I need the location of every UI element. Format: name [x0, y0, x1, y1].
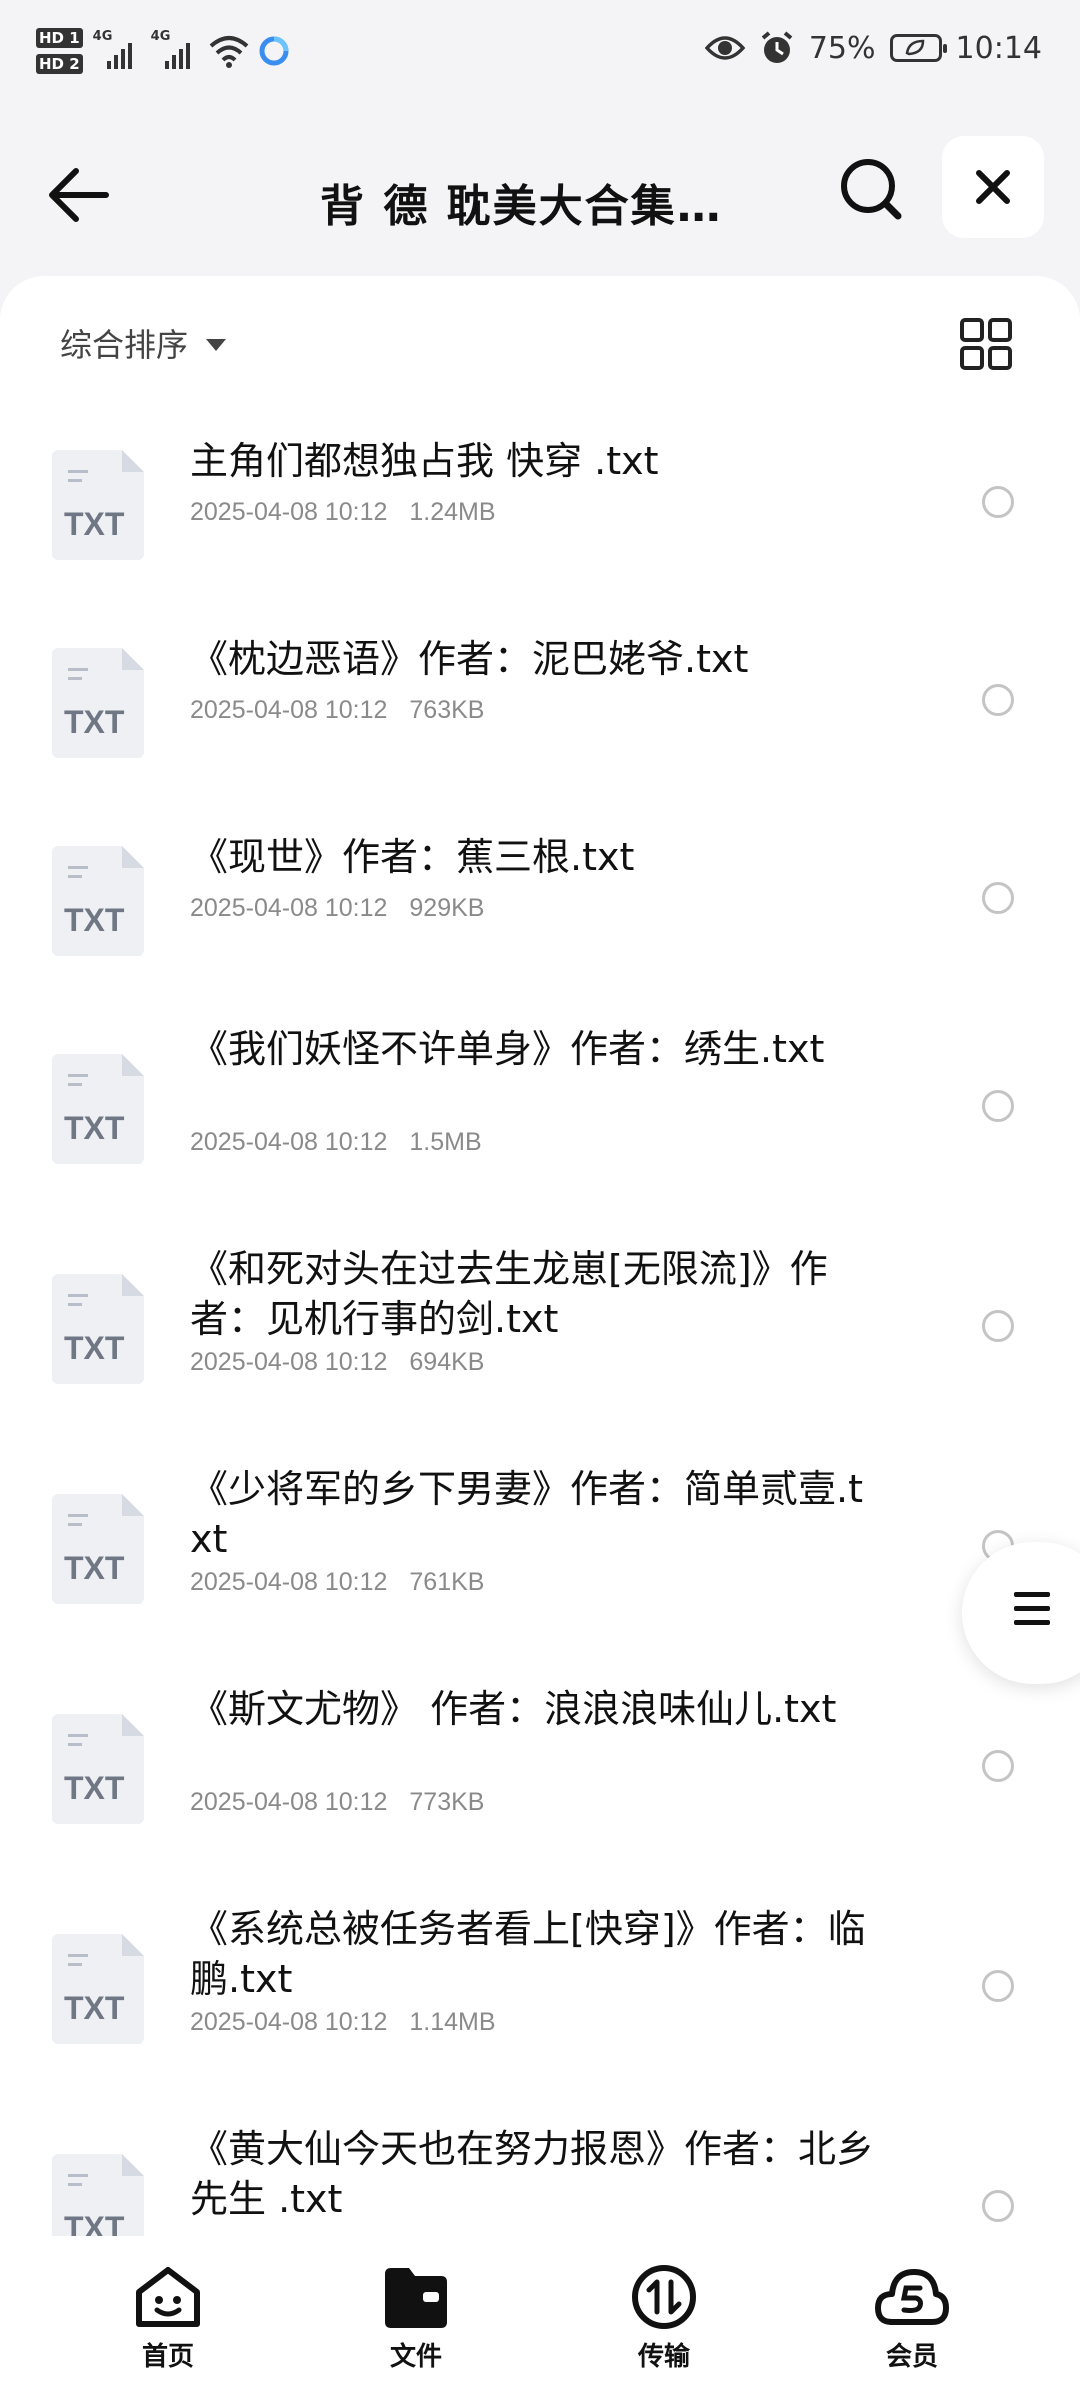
- file-name: 《现世》作者：蕉三根.txt: [190, 835, 635, 879]
- nav-files[interactable]: 文件: [336, 2264, 496, 2373]
- search-button[interactable]: [836, 154, 906, 224]
- close-button[interactable]: [942, 136, 1044, 238]
- file-date: 2025-04-08 10:12: [190, 498, 388, 526]
- file-name: 主角们都想独占我 快穿 .txt: [190, 439, 659, 483]
- status-right: 75% 10:14: [704, 30, 1042, 66]
- signal-2-icon: 4G: [151, 29, 199, 73]
- txt-file-icon: TXT: [52, 648, 144, 758]
- file-list-card: 综合排序 TXT 主角们都想独占我 快穿 .txt 2025-04-08 10:…: [0, 276, 1080, 2236]
- file-meta: 2025-04-08 10:12 1.14MB: [190, 2008, 496, 2037]
- file-size: 1.5MB: [409, 1128, 482, 1156]
- file-meta: 2025-04-08 10:12 761KB: [190, 1568, 484, 1597]
- battery-percent: 75%: [808, 30, 876, 66]
- hd2-badge: HD 2: [36, 54, 83, 74]
- file-size: 761KB: [409, 1568, 485, 1596]
- battery-icon: [889, 34, 947, 62]
- file-size: 929KB: [409, 894, 485, 922]
- file-size: 694KB: [409, 1348, 485, 1376]
- file-name: 《和死对头在过去生龙崽[无限流]》作者：见机行事的剑.txt: [190, 1247, 828, 1341]
- transfer-icon: [632, 2265, 696, 2329]
- search-icon: [841, 159, 902, 220]
- clock: 10:14: [955, 30, 1042, 66]
- signal-1-icon: 4G: [93, 29, 141, 73]
- folder-icon: [385, 2268, 447, 2328]
- browser-app-icon: [259, 36, 289, 66]
- file-name: 《枕边恶语》作者：泥巴姥爷.txt: [190, 637, 749, 681]
- alarm-icon: [761, 31, 793, 63]
- txt-file-icon: TXT: [52, 1274, 144, 1384]
- file-size: 773KB: [409, 1788, 485, 1816]
- file-date: 2025-04-08 10:12: [190, 1788, 388, 1816]
- file-meta: 2025-04-08 10:12 1.24MB: [190, 498, 496, 527]
- arrow-left-icon: [49, 168, 109, 222]
- sort-dropdown[interactable]: 综合排序: [60, 320, 227, 366]
- file-name: 《黄大仙今天也在努力报恩》作者：北乡先生 .txt: [190, 2127, 875, 2221]
- file-size: 1.14MB: [409, 2008, 496, 2036]
- select-radio[interactable]: [982, 1970, 1014, 2002]
- file-date: 2025-04-08 10:12: [190, 894, 388, 922]
- file-date: 2025-04-08 10:12: [190, 1568, 388, 1596]
- home-face-icon: [136, 2267, 200, 2327]
- file-date: 2025-04-08 10:12: [190, 1348, 388, 1376]
- header: 背 德 耽美大合集…: [0, 110, 1080, 260]
- file-date: 2025-04-08 10:12: [190, 696, 388, 724]
- file-date: 2025-04-08 10:12: [190, 1128, 388, 1156]
- close-icon: [976, 170, 1010, 204]
- page-title: 背 德 耽美大合集…: [320, 181, 723, 232]
- status-bar: HD 1 HD 2 4G 4G 75% 10:14: [0, 0, 1080, 110]
- back-button[interactable]: [40, 155, 120, 235]
- select-radio[interactable]: [982, 2190, 1014, 2222]
- bottom-nav: 首页 文件 传输 会员: [0, 2236, 1080, 2400]
- select-radio[interactable]: [982, 1750, 1014, 1782]
- grid-view-button[interactable]: [958, 316, 1014, 372]
- file-meta: 2025-04-08 10:12 694KB: [190, 1348, 484, 1377]
- hd1-badge: HD 1: [36, 28, 83, 48]
- chevron-down-icon: [206, 339, 227, 351]
- txt-file-icon: TXT: [52, 1934, 144, 2044]
- file-size: 763KB: [409, 696, 485, 724]
- select-radio[interactable]: [982, 1310, 1014, 1342]
- txt-file-icon: TXT: [52, 1714, 144, 1824]
- nav-home[interactable]: 首页: [88, 2264, 248, 2373]
- wifi-icon: [209, 36, 248, 68]
- select-radio[interactable]: [982, 882, 1014, 914]
- file-name: 《系统总被任务者看上[快穿]》作者：临鹏.txt: [190, 1907, 866, 2001]
- eye-icon: [704, 36, 745, 60]
- file-name: 《少将军的乡下男妻》作者：简单贰壹.txt: [190, 1467, 863, 1561]
- grid-view-icon: [960, 318, 1012, 370]
- vip-cloud-icon: [875, 2269, 949, 2325]
- select-radio[interactable]: [982, 684, 1014, 716]
- txt-file-icon: TXT: [52, 450, 144, 560]
- nav-label: 首页: [141, 2342, 194, 2372]
- sort-label: 综合排序: [60, 326, 189, 364]
- file-meta: 2025-04-08 10:12 929KB: [190, 894, 484, 923]
- nav-transfer[interactable]: 传输: [584, 2264, 744, 2373]
- file-size: 1.24MB: [409, 498, 496, 526]
- file-name: 《我们妖怪不许单身》作者：绣生.txt: [190, 1027, 825, 1071]
- txt-file-icon: TXT: [52, 2154, 144, 2236]
- nav-label: 文件: [389, 2342, 442, 2372]
- nav-label: 传输: [637, 2342, 690, 2372]
- txt-file-icon: TXT: [52, 1494, 144, 1604]
- nav-vip[interactable]: 会员: [832, 2264, 992, 2373]
- file-name: 《斯文尤物》 作者：浪浪浪味仙儿.txt: [190, 1687, 837, 1731]
- menu-icon: [1014, 1592, 1050, 1634]
- txt-file-icon: TXT: [52, 846, 144, 956]
- nav-label: 会员: [885, 2342, 938, 2372]
- status-left: HD 1 HD 2 4G 4G: [36, 28, 289, 74]
- file-meta: 2025-04-08 10:12 763KB: [190, 696, 484, 725]
- txt-file-icon: TXT: [52, 1054, 144, 1164]
- file-date: 2025-04-08 10:12: [190, 2008, 388, 2036]
- select-radio[interactable]: [982, 1090, 1014, 1122]
- file-meta: 2025-04-08 10:12 773KB: [190, 1788, 484, 1817]
- select-radio[interactable]: [982, 486, 1014, 518]
- file-meta: 2025-04-08 10:12 1.5MB: [190, 1128, 482, 1157]
